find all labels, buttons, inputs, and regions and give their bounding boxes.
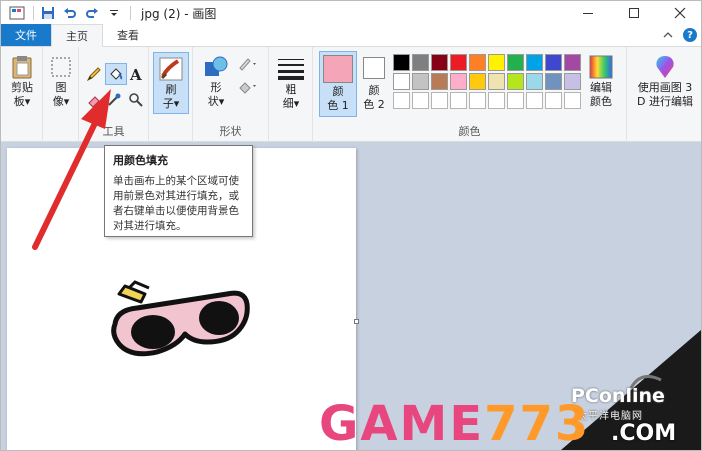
minimize-button[interactable] xyxy=(565,1,611,25)
size-group: 粗 细▾ xyxy=(269,47,313,142)
palette-empty-swatch[interactable] xyxy=(564,92,581,109)
tab-home[interactable]: 主页 xyxy=(51,24,103,47)
size-button[interactable]: 粗 细▾ xyxy=(275,55,307,111)
palette-swatch[interactable] xyxy=(469,54,486,71)
shapes-group-label: 形状 xyxy=(219,125,242,138)
color-2-button[interactable]: 颜 色 2 xyxy=(361,53,387,112)
palette-swatch[interactable] xyxy=(469,73,486,90)
palette-swatch[interactable] xyxy=(393,54,410,71)
palette-swatch[interactable] xyxy=(564,54,581,71)
color-2-swatch xyxy=(363,57,385,79)
edit-colors-button[interactable]: 编辑 颜色 xyxy=(583,53,619,109)
color-1-button[interactable]: 颜 色 1 xyxy=(319,51,357,117)
outline-icon[interactable] xyxy=(237,55,259,73)
palette-empty-swatch[interactable] xyxy=(545,92,562,109)
resize-handle[interactable] xyxy=(354,319,359,324)
palette-swatch[interactable] xyxy=(545,73,562,90)
paint-window: jpg (2) - 画图 文件 主页 查看 ? 剪贴 板▾ 图 像▾ A 工具 … xyxy=(0,0,702,451)
magnifier-icon[interactable] xyxy=(127,91,145,109)
brushes-button[interactable]: 刷 子▾ xyxy=(153,52,189,114)
brushes-group: 刷 子▾ xyxy=(149,47,193,142)
palette-swatch[interactable] xyxy=(526,73,543,90)
ribbon: 剪贴 板▾ 图 像▾ A 工具 刷 子▾ 形 状▾ 形状 粗 细▾ 颜 色 1 … xyxy=(1,47,701,142)
palette-swatch[interactable] xyxy=(412,54,429,71)
tooltip-body: 单击画布上的某个区域可使用前景色对其进行填充，或者右键单击以便使用背景色对其进行… xyxy=(113,175,239,232)
select-icon xyxy=(47,53,75,81)
paint3d-group: 使用画图 3 D 进行编辑 xyxy=(627,47,701,142)
palette-empty-swatch[interactable] xyxy=(488,92,505,109)
image-group: 图 像▾ xyxy=(43,47,79,142)
help-icon[interactable]: ? xyxy=(683,28,697,42)
image-button[interactable]: 图 像▾ xyxy=(47,53,75,109)
title-bar: jpg (2) - 画图 xyxy=(1,1,701,25)
color-picker-icon[interactable] xyxy=(105,91,123,109)
paint3d-icon xyxy=(651,53,679,81)
pencil-icon[interactable] xyxy=(85,65,103,83)
save-icon[interactable] xyxy=(38,3,58,23)
palette-swatch[interactable] xyxy=(507,54,524,71)
shapes-icon xyxy=(202,53,230,81)
palette-swatch[interactable] xyxy=(450,54,467,71)
palette-empty-swatch[interactable] xyxy=(393,92,410,109)
close-button[interactable] xyxy=(657,1,701,25)
tools-group-label: 工具 xyxy=(102,125,125,138)
palette-empty-swatch[interactable] xyxy=(450,92,467,109)
brush-icon xyxy=(157,55,185,83)
tab-right-controls: ? xyxy=(663,28,697,42)
line-width-icon xyxy=(277,55,305,83)
tab-view[interactable]: 查看 xyxy=(103,24,153,46)
palette-swatch[interactable] xyxy=(526,54,543,71)
redo-icon[interactable] xyxy=(82,3,102,23)
color-1-swatch xyxy=(323,55,353,83)
svg-text:A: A xyxy=(129,66,142,82)
watermark-773-text: 773 xyxy=(484,396,591,451)
chevron-up-icon[interactable] xyxy=(663,30,673,40)
paste-button[interactable]: 剪贴 板▾ xyxy=(7,53,37,109)
clipboard-icon xyxy=(8,53,36,81)
palette-empty-swatch[interactable] xyxy=(412,92,429,109)
palette-swatch[interactable] xyxy=(545,54,562,71)
colors-group: 颜 色 1 颜 色 2 编辑 颜色 颜色 xyxy=(313,47,627,142)
palette-swatch[interactable] xyxy=(564,73,581,90)
divider xyxy=(130,6,131,20)
palette-swatch[interactable] xyxy=(488,73,505,90)
ribbon-tabs: 文件 主页 查看 ? xyxy=(1,24,701,47)
shapes-button[interactable]: 形 状▾ xyxy=(201,53,231,109)
palette-swatch[interactable] xyxy=(393,73,410,90)
shapes-group: 形 状▾ 形状 xyxy=(193,47,269,142)
palette-swatch[interactable] xyxy=(507,73,524,90)
watermark-game-text: GAME xyxy=(319,396,485,451)
window-title: jpg (2) - 画图 xyxy=(141,6,217,21)
fill-icon[interactable] xyxy=(237,77,259,95)
tab-file[interactable]: 文件 xyxy=(1,24,51,46)
edit-with-paint3d-button[interactable]: 使用画图 3 D 进行编辑 xyxy=(631,53,699,109)
palette-empty-swatch[interactable] xyxy=(431,92,448,109)
quick-access-toolbar: jpg (2) - 画图 xyxy=(1,1,216,25)
maximize-button[interactable] xyxy=(611,1,657,25)
divider xyxy=(33,6,34,20)
tooltip-title: 用颜色填充 xyxy=(113,154,168,167)
customize-toolbar-icon[interactable] xyxy=(104,3,124,23)
edit-colors-icon xyxy=(587,53,615,81)
palette-empty-swatch[interactable] xyxy=(469,92,486,109)
tools-group: A 工具 xyxy=(79,47,149,142)
window-controls xyxy=(565,1,701,25)
text-tool-icon[interactable]: A xyxy=(127,65,145,83)
clipboard-group: 剪贴 板▾ xyxy=(1,47,43,142)
palette-swatch[interactable] xyxy=(412,73,429,90)
eraser-icon[interactable] xyxy=(85,91,103,109)
fill-bucket-icon[interactable] xyxy=(105,63,127,85)
fill-tooltip: 用颜色填充 单击画布上的某个区域可使用前景色对其进行填充，或者右键单击以便使用背… xyxy=(104,145,253,237)
palette-swatch[interactable] xyxy=(431,73,448,90)
watermark-com: .COM xyxy=(611,421,677,446)
colors-group-label: 颜色 xyxy=(458,125,481,138)
palette-swatch[interactable] xyxy=(431,54,448,71)
undo-icon[interactable] xyxy=(60,3,80,23)
palette-empty-swatch[interactable] xyxy=(507,92,524,109)
paint-app-icon[interactable] xyxy=(7,3,27,23)
watermark-game773: GAME773 xyxy=(319,396,591,451)
palette-swatch[interactable] xyxy=(488,54,505,71)
palette-swatch[interactable] xyxy=(450,73,467,90)
palette-empty-swatch[interactable] xyxy=(526,92,543,109)
